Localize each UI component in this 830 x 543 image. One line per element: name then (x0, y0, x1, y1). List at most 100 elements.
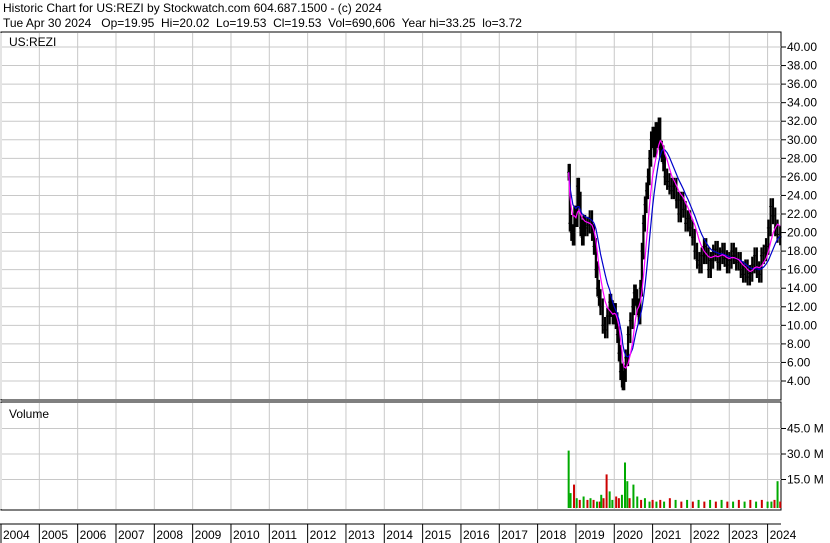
volume-bar (655, 501, 658, 508)
volume-bar (663, 501, 666, 508)
price-tick-label: 28.00 (787, 151, 817, 165)
volume-bar (569, 493, 572, 508)
price-panel (0, 31, 782, 401)
year-tick-label: 2010 (233, 528, 260, 542)
price-tick-label: 22.00 (787, 207, 817, 221)
year-tick-label: 2023 (731, 528, 758, 542)
price-tick-label: 4.00 (787, 374, 811, 388)
year-tick-label: 2018 (540, 528, 567, 542)
volume-tick-label: 30.0 M (787, 447, 824, 461)
volume-bar (680, 501, 683, 508)
volume-bar (686, 499, 689, 508)
year-tick-label: 2007 (118, 528, 145, 542)
volume-bar (605, 474, 608, 508)
volume-bar (636, 496, 639, 508)
volume-bar (628, 498, 631, 508)
volume-bar (567, 450, 570, 508)
price-tick-label: 18.00 (787, 244, 817, 258)
volume-bar (770, 501, 773, 508)
volume-bar (726, 501, 729, 508)
year-tick-label: 2016 (463, 528, 490, 542)
volume-bar (651, 499, 654, 508)
volume-bar (611, 499, 614, 508)
year-tick-label: 2009 (195, 528, 222, 542)
volume-bar (608, 491, 611, 508)
volume-bar (720, 499, 723, 508)
year-tick-label: 2006 (80, 528, 107, 542)
volume-bar (600, 494, 603, 508)
volume-bar (617, 498, 620, 508)
price-tick-label: 34.00 (787, 96, 817, 110)
volume-bar (626, 481, 629, 508)
volume-bar (743, 501, 746, 508)
volume-bar (615, 496, 618, 508)
volume-bar (575, 498, 578, 508)
volume-bar (643, 498, 646, 508)
price-tick-label: 10.00 (787, 318, 817, 332)
year-tick-label: 2011 (271, 528, 297, 542)
volume-bar (592, 499, 595, 508)
volume-bar (578, 499, 581, 508)
year-tick-label: 2005 (41, 528, 68, 542)
price-tick-label: 32.00 (787, 114, 817, 128)
price-tick-label: 12.00 (787, 300, 817, 314)
year-tick-label: 2015 (425, 528, 452, 542)
year-tick-label: 2020 (616, 528, 643, 542)
chart-canvas: 2004 2005 2006 2007 2008 2009 2010 2011 2012 2013… (0, 31, 824, 543)
year-tick-label: 2012 (310, 528, 337, 542)
volume-bar (779, 501, 782, 508)
year-tick-label: 2014 (386, 528, 413, 542)
volume-bar (640, 499, 643, 508)
volume-bar (602, 498, 605, 508)
year-tick-label: 2021 (655, 528, 682, 542)
volume-bar (624, 462, 626, 508)
price-tick-label: 38.00 (787, 59, 817, 73)
price-tick-label: 16.00 (787, 263, 817, 277)
volume-bar (776, 481, 779, 508)
volume-label: Volume (9, 407, 49, 421)
volume-bar (573, 484, 576, 508)
year-tick-label: 2022 (693, 528, 720, 542)
volume-bar (714, 501, 717, 508)
volume-bar (749, 499, 752, 508)
symbol-label: US:REZI (9, 35, 56, 49)
volume-tick-label: 15.0 M (787, 473, 824, 487)
volume-bar (659, 499, 662, 508)
volume-bar (703, 501, 706, 508)
volume-bar (668, 498, 671, 508)
volume-bar (691, 501, 694, 508)
volume-bar (632, 484, 635, 508)
volume-bar (648, 501, 651, 508)
year-tick-label: 2024 (770, 528, 797, 542)
price-tick-label: 40.00 (787, 40, 817, 54)
volume-bar (586, 499, 589, 508)
price-tick-label: 30.00 (787, 133, 817, 147)
year-tick-label: 2013 (348, 528, 375, 542)
year-tick-label: 2017 (501, 528, 528, 542)
volume-panel (0, 401, 782, 511)
price-tick-label: 24.00 (787, 188, 817, 202)
price-tick-label: 8.00 (787, 337, 811, 351)
year-tick-label: 2019 (578, 528, 605, 542)
year-tick-label: 2004 (3, 528, 30, 542)
price-tick-label: 14.00 (787, 281, 817, 295)
volume-bar (773, 499, 776, 508)
volume-bar (620, 494, 623, 508)
volume-bar (732, 501, 735, 508)
volume-bar (766, 501, 769, 508)
volume-tick-label: 45.0 M (787, 422, 824, 436)
price-tick-label: 36.00 (787, 77, 817, 91)
price-tick-label: 26.00 (787, 170, 817, 184)
volume-bar (709, 499, 712, 508)
price-tick-label: 20.00 (787, 226, 817, 240)
volume-bar (596, 501, 599, 508)
year-tick-label: 2008 (156, 528, 183, 542)
volume-bar (697, 499, 700, 508)
volume-bar (589, 498, 592, 508)
price-tick-label: 6.00 (787, 355, 811, 369)
volume-bar (582, 496, 585, 508)
volume-bar (737, 499, 740, 508)
volume-bar (760, 499, 763, 508)
volume-bar (755, 501, 758, 508)
volume-bar (674, 499, 677, 508)
